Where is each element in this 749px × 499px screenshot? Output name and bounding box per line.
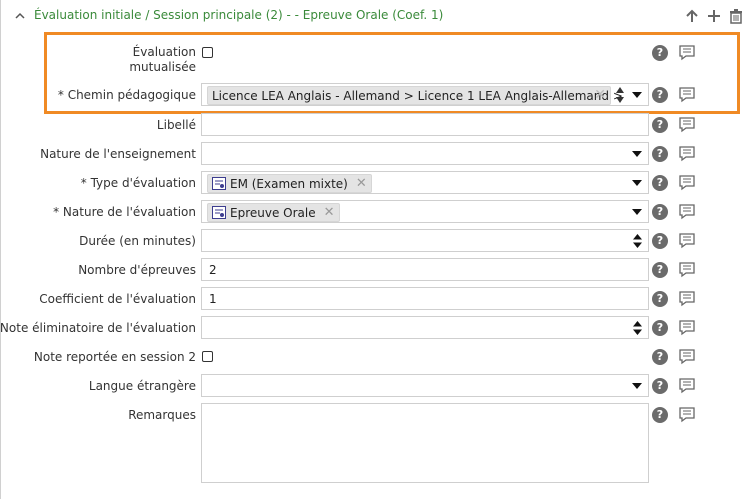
chevron-up-icon[interactable] xyxy=(13,9,27,23)
note-eliminatoire-input[interactable] xyxy=(201,316,649,339)
help-icon[interactable]: ? xyxy=(652,262,668,278)
chemin-tag: Licence LEA Anglais - Allemand > Licence… xyxy=(207,86,623,105)
mutualisee-checkbox[interactable] xyxy=(202,47,213,58)
panel-header: Évaluation initiale / Session principale… xyxy=(1,0,749,32)
arrow-up-icon[interactable] xyxy=(684,8,700,24)
coefficient-value: 1 xyxy=(209,292,217,306)
spinner-icon[interactable] xyxy=(633,234,642,248)
mutualisee-label-line2: mutualisée xyxy=(129,60,196,74)
type-evaluation-tag: EM (Examen mixte) ✕ xyxy=(207,174,372,193)
panel-title[interactable]: Évaluation initiale / Session principale… xyxy=(34,8,443,22)
help-icon[interactable]: ? xyxy=(652,87,668,103)
spinner-icon[interactable] xyxy=(633,321,642,335)
duree-label: Durée (en minutes) xyxy=(79,234,196,248)
comment-icon[interactable] xyxy=(678,261,696,278)
document-icon xyxy=(212,206,226,219)
comment-icon[interactable] xyxy=(678,116,696,133)
nombre-epreuves-label: Nombre d'épreuves xyxy=(78,263,196,277)
nature-evaluation-tag-text: Epreuve Orale xyxy=(230,205,316,220)
libelle-input[interactable] xyxy=(201,113,649,136)
comment-icon[interactable] xyxy=(678,406,696,423)
help-icon[interactable]: ? xyxy=(652,378,668,394)
document-icon xyxy=(212,177,226,190)
remarques-textarea[interactable] xyxy=(201,403,649,483)
coefficient-input[interactable]: 1 xyxy=(201,287,649,310)
trash-icon[interactable] xyxy=(728,8,744,24)
nombre-epreuves-value: 2 xyxy=(209,263,217,277)
comment-icon[interactable] xyxy=(678,203,696,220)
note-eliminatoire-label: Note éliminatoire de l'évaluation xyxy=(0,321,196,335)
chevron-down-icon[interactable] xyxy=(632,92,642,98)
langue-select[interactable] xyxy=(201,374,649,397)
clear-icon[interactable]: ✕ xyxy=(594,87,606,103)
help-icon[interactable]: ? xyxy=(652,349,668,365)
help-icon[interactable]: ? xyxy=(652,233,668,249)
nombre-epreuves-input[interactable]: 2 xyxy=(201,258,649,281)
chevron-down-icon[interactable] xyxy=(632,383,642,389)
remove-tag-icon[interactable]: ✕ xyxy=(324,205,335,220)
nature-evaluation-tag: Epreuve Orale ✕ xyxy=(207,203,340,222)
nature-enseignement-label: Nature de l'enseignement xyxy=(40,147,196,161)
type-evaluation-label: * Type d'évaluation xyxy=(80,176,196,190)
type-evaluation-select[interactable]: EM (Examen mixte) ✕ xyxy=(201,171,649,194)
help-icon[interactable]: ? xyxy=(652,175,668,191)
comment-icon[interactable] xyxy=(678,86,696,103)
remove-tag-icon[interactable]: ✕ xyxy=(356,176,367,191)
comment-icon[interactable] xyxy=(678,174,696,191)
comment-icon[interactable] xyxy=(678,145,696,162)
note-reportee-label: Note reportée en session 2 xyxy=(33,350,196,364)
evaluation-panel: Évaluation initiale / Session principale… xyxy=(0,0,749,499)
mutualisee-label-line1: Évaluation xyxy=(132,45,196,59)
chemin-label: * Chemin pédagogique xyxy=(57,88,196,102)
help-icon[interactable]: ? xyxy=(652,204,668,220)
help-icon[interactable]: ? xyxy=(652,320,668,336)
help-icon[interactable]: ? xyxy=(652,117,668,133)
duree-input[interactable] xyxy=(201,229,649,252)
note-reportee-checkbox[interactable] xyxy=(202,351,213,362)
chevron-down-icon[interactable] xyxy=(632,180,642,186)
comment-icon[interactable] xyxy=(678,348,696,365)
chevron-down-icon[interactable] xyxy=(632,151,642,157)
nature-evaluation-label: * Nature de l'évaluation xyxy=(53,205,196,219)
comment-icon[interactable] xyxy=(678,319,696,336)
mutualisee-label: Évaluation mutualisée xyxy=(129,45,196,75)
help-icon[interactable]: ? xyxy=(652,146,668,162)
spinner-icon[interactable] xyxy=(615,86,625,104)
type-evaluation-tag-text: EM (Examen mixte) xyxy=(230,176,348,191)
plus-icon[interactable] xyxy=(706,8,722,24)
help-icon[interactable]: ? xyxy=(652,45,668,61)
chevron-down-icon[interactable] xyxy=(632,209,642,215)
nature-enseignement-select[interactable] xyxy=(201,142,649,165)
coefficient-label: Coefficient de l'évaluation xyxy=(39,292,196,306)
libelle-label: Libellé xyxy=(156,118,196,132)
comment-icon[interactable] xyxy=(678,290,696,307)
nature-evaluation-select[interactable]: Epreuve Orale ✕ xyxy=(201,200,649,223)
comment-icon[interactable] xyxy=(678,377,696,394)
comment-icon[interactable] xyxy=(678,44,696,61)
chemin-select[interactable]: Licence LEA Anglais - Allemand > Licence… xyxy=(201,83,649,106)
help-icon[interactable]: ? xyxy=(652,407,668,423)
langue-label: Langue étrangère xyxy=(88,379,196,393)
help-icon[interactable]: ? xyxy=(652,291,668,307)
comment-icon[interactable] xyxy=(678,232,696,249)
chemin-tag-text: Licence LEA Anglais - Allemand > Licence… xyxy=(212,88,623,103)
remarques-label: Remarques xyxy=(128,408,196,422)
